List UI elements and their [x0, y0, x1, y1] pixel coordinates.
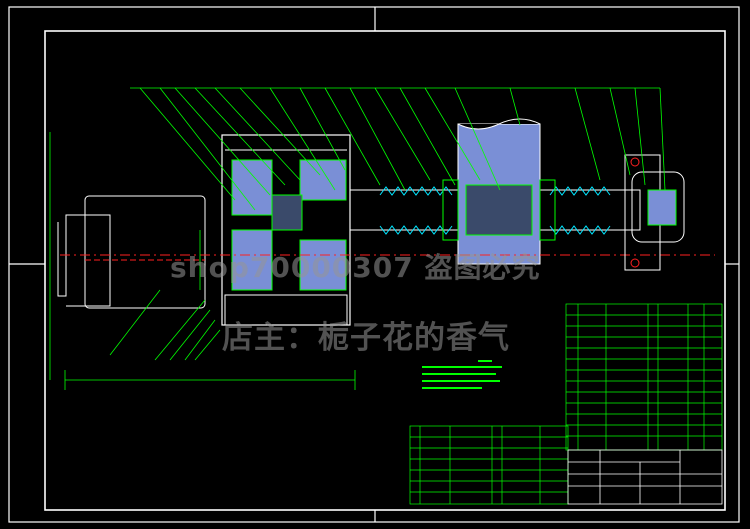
- screw-assembly: [60, 118, 715, 265]
- parts-list-left: [409, 425, 569, 505]
- motor: [57, 195, 206, 309]
- end-cap: [624, 154, 685, 271]
- title-block: [567, 449, 723, 505]
- parts-list-right: [565, 303, 723, 451]
- drawing-frame: [8, 6, 740, 523]
- cad-drawing-canvas: [8, 6, 740, 523]
- gearbox-housing: [221, 134, 351, 326]
- tech-note: [422, 360, 502, 389]
- leader-lines: [49, 87, 666, 390]
